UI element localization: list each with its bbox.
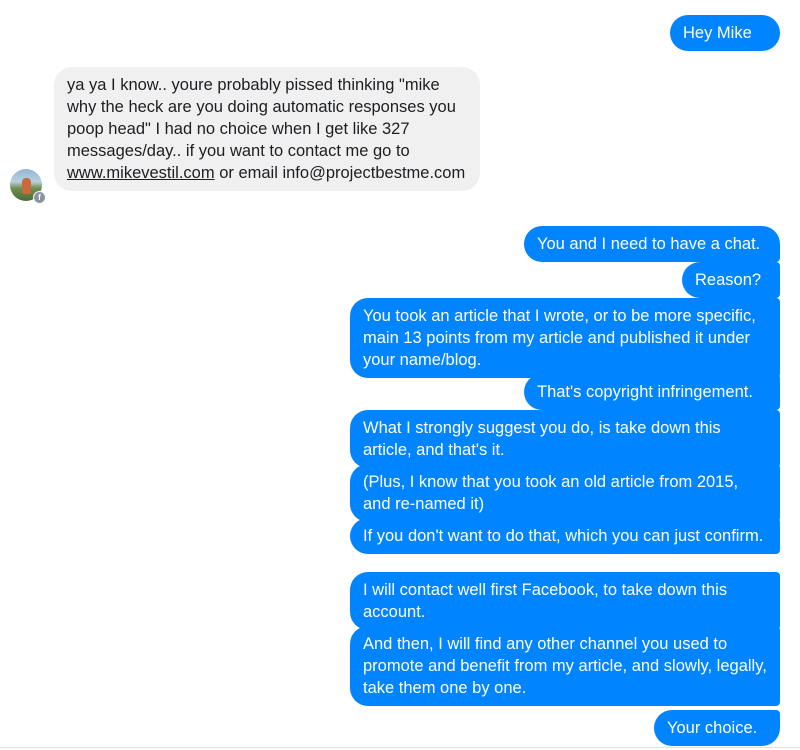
outgoing-message[interactable]: You took an article that I wrote, or to …	[350, 298, 780, 378]
chat-thread: Hey Mike ya ya I know.. youre probably p…	[0, 0, 800, 750]
outgoing-message[interactable]: I will contact well first Facebook, to t…	[350, 572, 780, 630]
incoming-message[interactable]: ya ya I know.. youre probably pissed thi…	[54, 67, 480, 191]
incoming-message-text: or email info@projectbestme.com	[214, 164, 466, 182]
outgoing-message[interactable]: If you don't want to do that, which you …	[350, 518, 780, 554]
outgoing-message[interactable]: What I strongly suggest you do, is take …	[350, 410, 780, 468]
outgoing-message[interactable]: And then, I will find any other channel …	[350, 626, 780, 706]
outgoing-message[interactable]: You and I need to have a chat.	[524, 226, 780, 262]
outgoing-message[interactable]: Your choice.	[654, 710, 780, 746]
outgoing-message[interactable]: Hey Mike	[670, 15, 780, 51]
outgoing-message[interactable]: (Plus, I know that you took an old artic…	[350, 464, 780, 522]
outgoing-message[interactable]: That's copyright infringement.	[524, 374, 780, 410]
outgoing-message[interactable]: Reason?	[682, 262, 780, 298]
avatar-figure	[22, 178, 31, 194]
divider	[0, 747, 800, 748]
website-link[interactable]: www.mikevestil.com	[67, 164, 215, 182]
facebook-icon: f	[33, 191, 46, 204]
incoming-message-text: ya ya I know.. youre probably pissed thi…	[67, 76, 456, 160]
